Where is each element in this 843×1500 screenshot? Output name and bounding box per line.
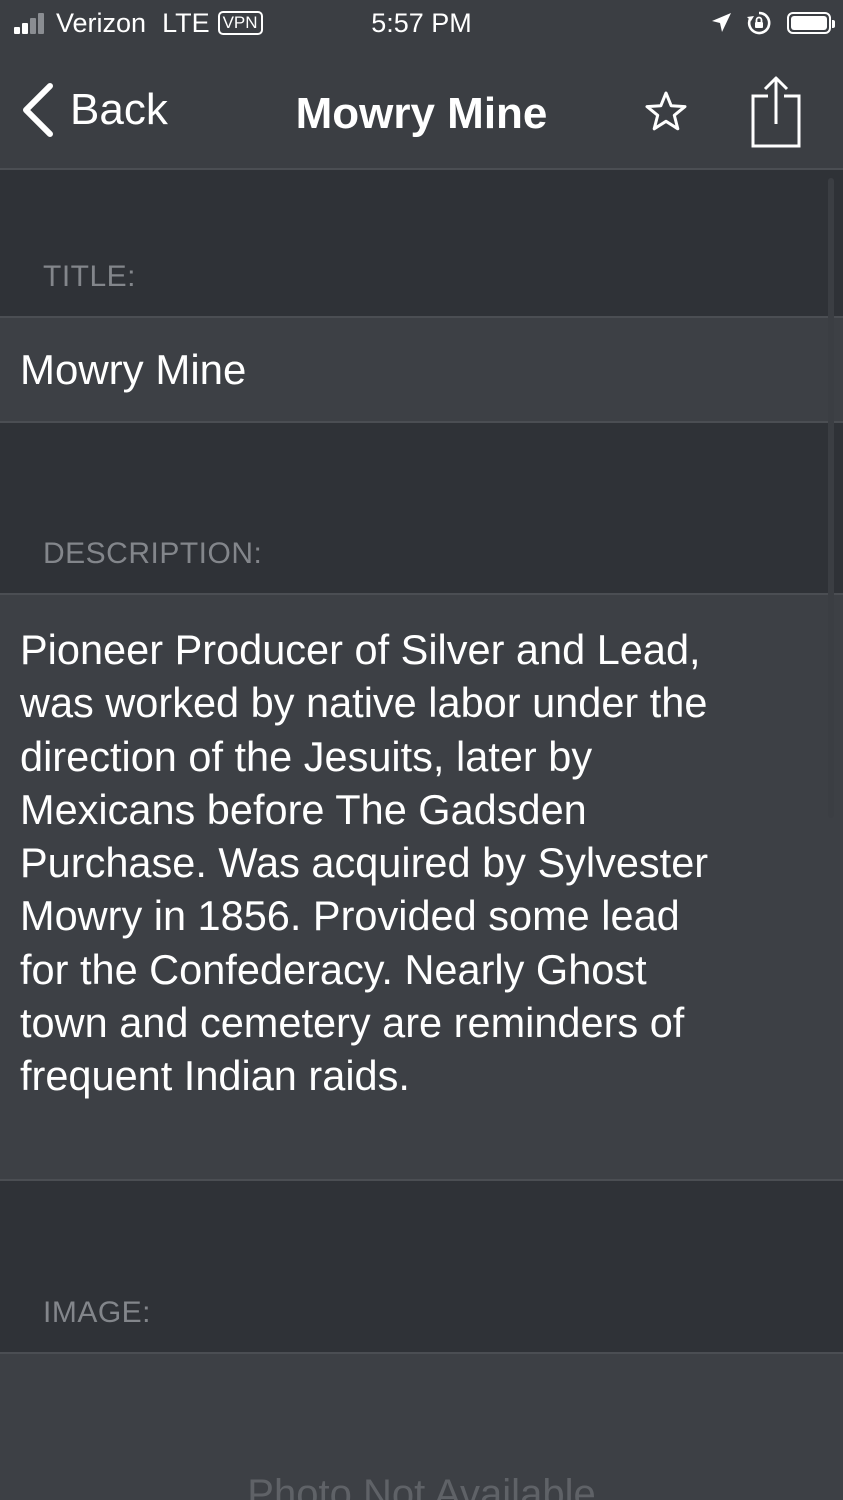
navigation-bar: Back Mowry Mine bbox=[0, 46, 843, 170]
image-cell: Photo Not Available bbox=[0, 1354, 843, 1500]
scrollbar[interactable] bbox=[828, 178, 834, 818]
title-section-header: TITLE: bbox=[0, 170, 843, 318]
status-bar: Verizon LTE VPN 5:57 PM bbox=[0, 0, 843, 46]
location-arrow-icon bbox=[712, 13, 731, 32]
screen: Verizon LTE VPN 5:57 PM Back Mowry Mine … bbox=[0, 0, 843, 1500]
status-bar-right bbox=[709, 8, 835, 38]
description-header-label: DESCRIPTION: bbox=[43, 537, 263, 570]
description-value: Pioneer Producer of Silver and Lead, was… bbox=[20, 626, 709, 1100]
chevron-left-icon bbox=[23, 83, 53, 137]
description-cell: Pioneer Producer of Silver and Lead, was… bbox=[0, 595, 843, 1181]
image-header-label: IMAGE: bbox=[43, 1296, 152, 1329]
title-header-label: TITLE: bbox=[43, 260, 137, 293]
detail-content[interactable]: TITLE: Mowry Mine DESCRIPTION: Pioneer P… bbox=[0, 170, 843, 1500]
orientation-lock-icon bbox=[747, 11, 771, 35]
back-button[interactable]: Back bbox=[20, 82, 168, 138]
share-icon[interactable] bbox=[748, 74, 804, 150]
title-value: Mowry Mine bbox=[20, 346, 247, 393]
star-outline-icon[interactable] bbox=[644, 90, 688, 134]
title-cell: Mowry Mine bbox=[0, 318, 843, 423]
back-button-label: Back bbox=[70, 85, 168, 134]
battery-icon bbox=[787, 12, 835, 34]
image-section-header: IMAGE: bbox=[0, 1181, 843, 1354]
description-section-header: DESCRIPTION: bbox=[0, 423, 843, 595]
photo-placeholder-text: Photo Not Available bbox=[247, 1472, 596, 1500]
